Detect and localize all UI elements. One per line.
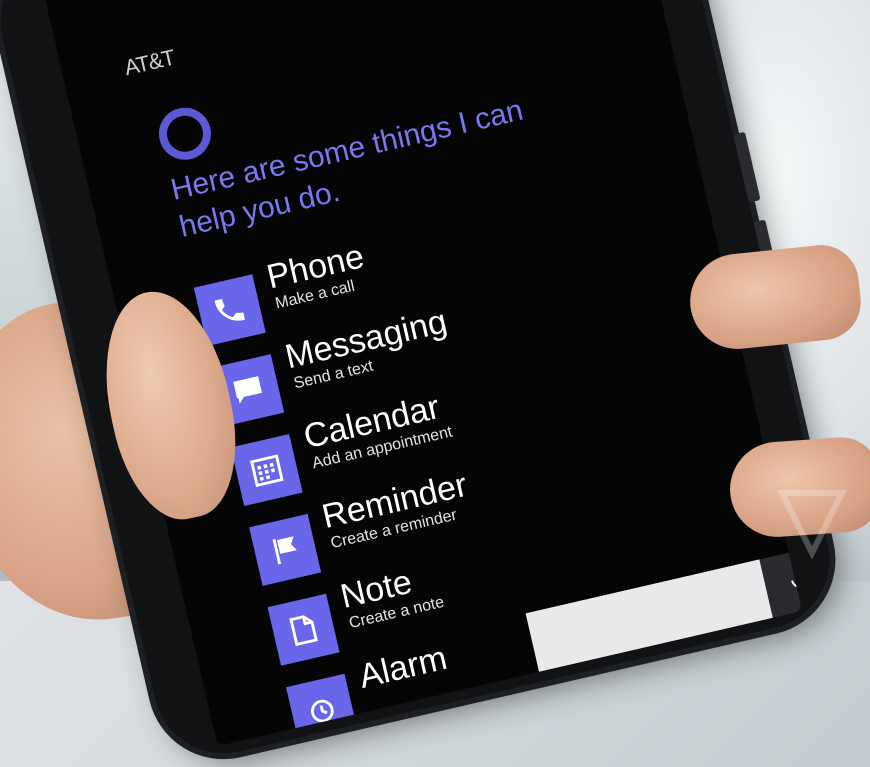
cortana-icon[interactable]	[153, 102, 217, 165]
cortana-heading: Here are some things I can help you do.	[167, 93, 527, 244]
calendar-icon	[230, 433, 303, 506]
note-icon	[267, 593, 340, 666]
alarm-icon	[286, 673, 359, 746]
suggestion-list: Phone Make a call Messaging Send a text	[192, 224, 535, 746]
flag-icon	[249, 513, 322, 586]
query-input[interactable]	[525, 559, 773, 672]
verge-logo-icon	[777, 490, 847, 560]
carrier-label: AT&T	[121, 44, 177, 81]
